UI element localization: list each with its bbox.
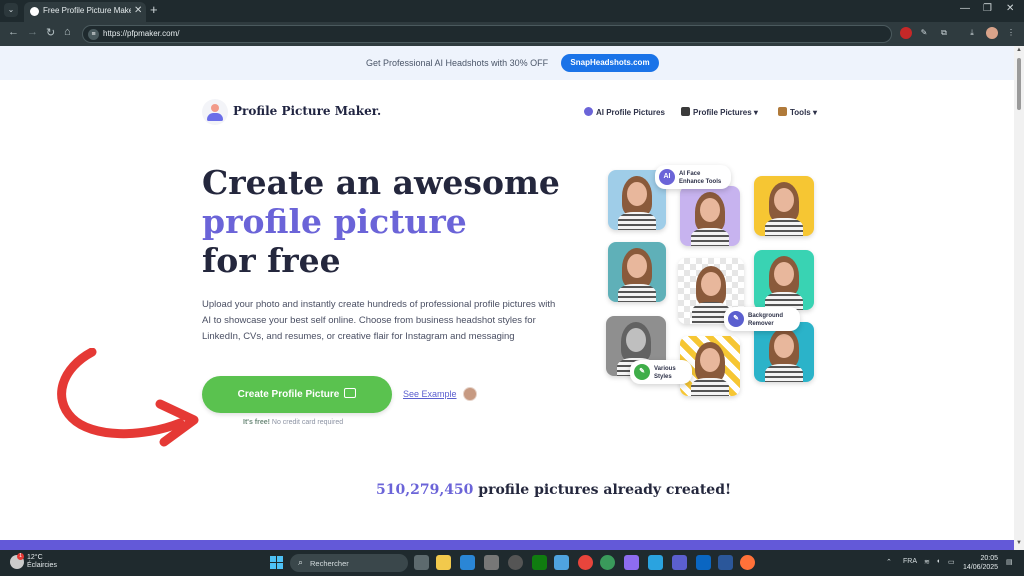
promo-button[interactable]: SnapHeadshots.com xyxy=(561,54,659,72)
messenger-icon[interactable] xyxy=(696,555,711,570)
app-icon[interactable] xyxy=(460,555,475,570)
forward-icon[interactable]: → xyxy=(27,26,38,38)
photo-tile xyxy=(754,250,814,310)
browser-tab-bar: ⌄ Free Profile Picture Maker - Gen ✕ + —… xyxy=(0,0,1024,22)
promo-banner: Get Professional AI Headshots with 30% O… xyxy=(0,46,1014,80)
battery-icon[interactable]: ▭ xyxy=(948,558,955,566)
chrome-active-icon[interactable] xyxy=(600,555,615,570)
nav-tools[interactable]: Tools ▾ xyxy=(778,107,817,117)
photo-tile xyxy=(754,322,814,382)
weather-widget[interactable]: 12°C Éclaircies xyxy=(27,554,57,570)
see-example-link[interactable]: See Example xyxy=(403,389,457,399)
photo-tile xyxy=(754,176,814,236)
site-info-icon[interactable]: ≡ xyxy=(88,29,99,40)
nav-ai-profile-pictures[interactable]: AI Profile Pictures xyxy=(584,107,665,117)
chevron-down-icon: ▾ xyxy=(753,108,758,117)
new-tab-button[interactable]: + xyxy=(150,2,158,17)
photos-icon[interactable] xyxy=(554,555,569,570)
media-player-icon[interactable] xyxy=(508,555,523,570)
windows-taskbar: 1 12°C Éclaircies ⌕ Rechercher ⌃ FRA ≋ ◖ … xyxy=(0,550,1024,576)
tab-title: Free Profile Picture Maker - Gen xyxy=(43,6,131,15)
background-remover-badge: ✎ Background Remover xyxy=(724,307,800,331)
hero-title-line2: profile picture xyxy=(202,202,467,241)
edit-icon[interactable]: ✎ xyxy=(918,27,930,39)
word-icon[interactable] xyxy=(718,555,733,570)
xbox-icon[interactable] xyxy=(532,555,547,570)
maximize-icon[interactable]: ❐ xyxy=(983,3,992,14)
url-text: https://pfpmaker.com/ xyxy=(103,29,180,38)
eraser-icon: ✎ xyxy=(728,311,744,327)
language-indicator[interactable]: FRA xyxy=(903,558,917,565)
menu-kebab-icon[interactable]: ⋮ xyxy=(1005,27,1017,39)
minimize-icon[interactable]: — xyxy=(960,3,970,14)
weather-badge: 1 xyxy=(17,553,24,560)
close-window-icon[interactable]: ✕ xyxy=(1006,3,1014,14)
windows-start-icon[interactable] xyxy=(270,556,283,569)
photo-tile xyxy=(680,186,740,246)
download-icon[interactable]: ⤓ xyxy=(966,27,978,39)
image-icon xyxy=(344,388,357,398)
brand-name[interactable]: Profile Picture Maker. xyxy=(233,104,381,118)
profile-avatar[interactable] xyxy=(986,27,998,39)
free-note: It's free! No credit card required xyxy=(243,419,344,426)
browser-tab[interactable]: Free Profile Picture Maker - Gen ✕ xyxy=(24,2,146,22)
extensions-puzzle-icon[interactable]: ⧉ xyxy=(938,27,950,39)
logo-icon[interactable] xyxy=(202,99,228,125)
address-bar[interactable]: ≡ https://pfpmaker.com/ xyxy=(82,25,892,43)
counter-number: 510,279,450 xyxy=(376,482,474,498)
red-arrow-icon xyxy=(57,348,199,447)
ai-icon xyxy=(584,107,593,116)
hero-title-line3: for free xyxy=(202,241,341,280)
various-styles-badge: ✎ Various Styles xyxy=(630,360,692,384)
nav-profile-pictures[interactable]: Profile Pictures ▾ xyxy=(681,107,758,117)
tray-chevron-icon[interactable]: ⌃ xyxy=(886,558,892,566)
home-icon[interactable]: ⌂ xyxy=(64,26,71,38)
brush-icon: ✎ xyxy=(634,364,650,380)
clock[interactable]: 20:05 14/06/2025 xyxy=(963,554,998,572)
app-icon[interactable] xyxy=(648,555,663,570)
create-profile-picture-button[interactable]: Create Profile Picture xyxy=(202,376,392,413)
tools-icon xyxy=(778,107,787,116)
scrollbar-thumb[interactable] xyxy=(1017,58,1021,110)
teams-icon[interactable] xyxy=(672,555,687,570)
task-view-icon[interactable] xyxy=(414,555,429,570)
footer-strip xyxy=(0,540,1014,550)
app-icon[interactable] xyxy=(484,555,499,570)
tab-close-icon[interactable]: ✕ xyxy=(134,5,142,16)
ai-icon: AI xyxy=(659,169,675,185)
app-icon[interactable] xyxy=(624,555,639,570)
web-page: Get Professional AI Headshots with 30% O… xyxy=(0,46,1014,550)
notification-icon[interactable]: ▤ xyxy=(1006,558,1013,566)
back-icon[interactable]: ← xyxy=(8,26,19,38)
ai-face-enhance-badge: AI AI Face Enhance Tools xyxy=(655,165,731,189)
firefox-icon[interactable] xyxy=(740,555,755,570)
extension-icon[interactable] xyxy=(900,27,912,39)
scroll-up-icon[interactable]: ▲ xyxy=(1016,47,1022,53)
example-avatar[interactable] xyxy=(463,387,477,401)
browser-toolbar: ← → ↻ ⌂ ≡ https://pfpmaker.com/ ✎ ⧉ ⤓ ⋮ xyxy=(0,22,1024,46)
chrome-icon[interactable] xyxy=(578,555,593,570)
promo-text: Get Professional AI Headshots with 30% O… xyxy=(366,58,549,68)
wifi-icon[interactable]: ≋ xyxy=(924,558,930,566)
tab-favicon-icon xyxy=(30,7,39,16)
scroll-down-icon[interactable]: ▼ xyxy=(1016,540,1022,546)
page-scrollbar[interactable]: ▲ ▼ xyxy=(1014,46,1024,550)
chevron-down-icon: ▾ xyxy=(812,108,817,117)
file-explorer-icon[interactable] xyxy=(436,555,451,570)
photo-icon xyxy=(681,107,690,116)
hero-title-line1: Create an awesome xyxy=(202,163,560,202)
photo-tile xyxy=(608,242,666,302)
pictures-counter: 510,279,450 profile pictures already cre… xyxy=(376,482,731,498)
counter-text: profile pictures already created! xyxy=(478,482,732,498)
hero-description: Upload your photo and instantly create h… xyxy=(202,299,556,342)
taskbar-search[interactable]: ⌕ Rechercher xyxy=(290,554,408,572)
reload-icon[interactable]: ↻ xyxy=(46,26,55,39)
search-icon: ⌕ xyxy=(298,557,304,567)
tab-list-dropdown-icon[interactable]: ⌄ xyxy=(4,3,18,17)
volume-icon[interactable]: ◖ xyxy=(936,558,940,565)
